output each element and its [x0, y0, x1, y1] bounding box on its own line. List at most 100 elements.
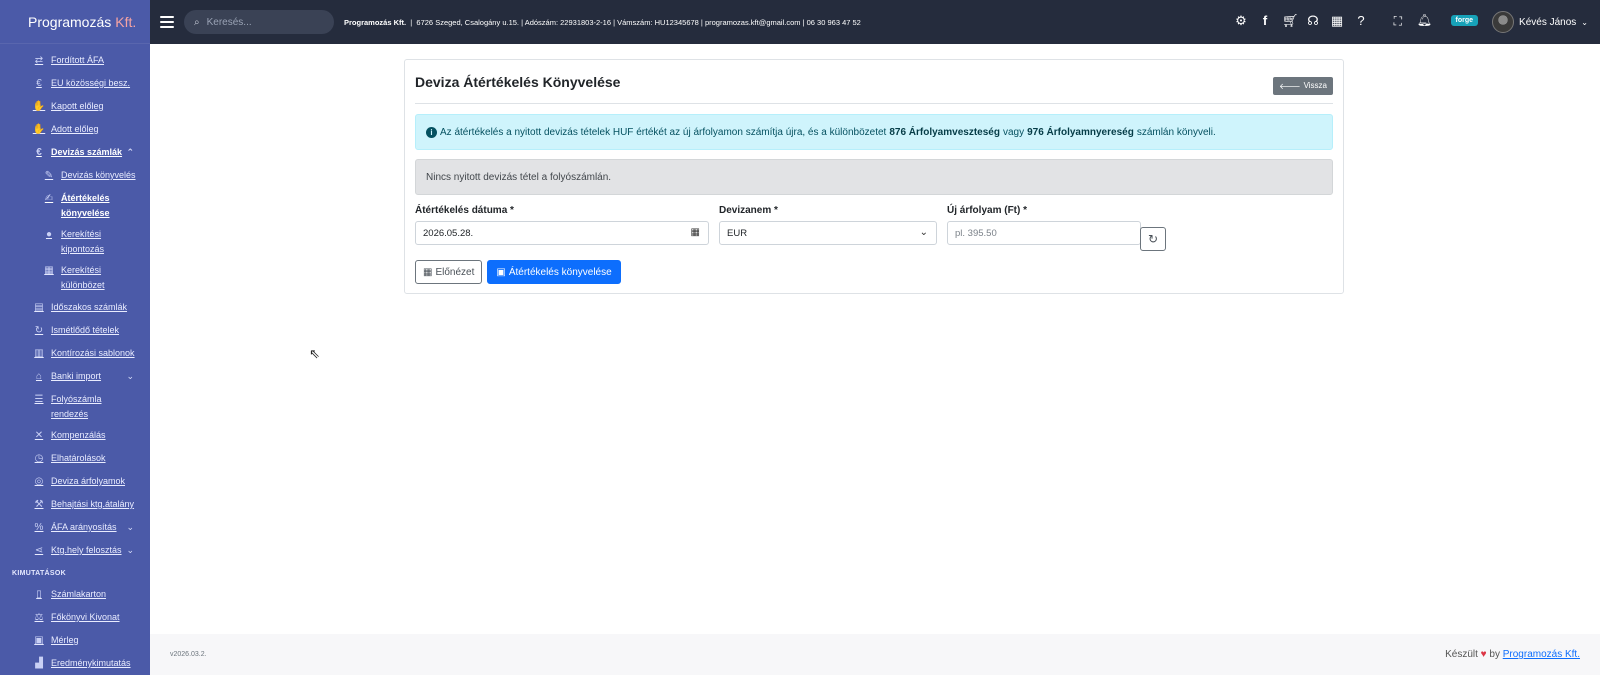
back-label: Vissza [1303, 81, 1327, 90]
chevron-down-icon: ⌄ [1581, 17, 1588, 27]
sidebar-item-afa-aranyositas[interactable]: % ÁFA arányosítás ⌄ [0, 520, 150, 535]
sidebar-item-ismetlodo-tetelek[interactable]: ↻ Ismétlődő tételek [0, 323, 150, 338]
sidebar-item-eredmenykimutatas[interactable]: ▟ Eredménykimutatás [0, 656, 150, 671]
sidebar-item-label: ÁFA arányosítás [51, 522, 117, 532]
sidebar-item-kontirozasi-sablonok[interactable]: ▥ Kontírozási sablonok [0, 346, 150, 361]
cart-icon[interactable]: 🛒︎ [1282, 13, 1299, 29]
sidebar-item-label: Ktg.hely felosztás [51, 545, 122, 555]
list-icon: ☰ [34, 394, 44, 405]
headset-icon[interactable]: ☊ [1306, 13, 1320, 29]
currency-value: EUR [727, 227, 748, 239]
scale-icon: ⚖ [34, 612, 44, 623]
refresh-rate-button[interactable]: ↻ [1140, 227, 1166, 251]
chevron-up-icon: ⌃ [126, 147, 134, 157]
company-link[interactable]: Programozás Kft. [1503, 649, 1580, 660]
user-menu[interactable]: Kévés János ⌄ [1492, 11, 1588, 33]
sidebar-item-elhatarolasok[interactable]: ◷ Elhatárolások [0, 451, 150, 466]
currency-label: Devizanem * [719, 205, 778, 216]
arrow-left-icon: 🡐 [1279, 81, 1301, 91]
sidebar-item-ktghely-felosztas[interactable]: ⋖ Ktg.hely felosztás ⌄ [0, 543, 150, 558]
sidebar-item-merleg[interactable]: ▣ Mérleg [0, 633, 150, 648]
sidebar-item-label: Devizás számlák [51, 147, 123, 157]
info-middle: vagy [1002, 126, 1025, 138]
sidebar-item-folyoszamla-rendezes[interactable]: ☰ Folyószámla rendezés [0, 392, 150, 422]
sidebar-item-devizas-szamlak[interactable]: € Devizás számlák ⌃ [0, 145, 150, 160]
rate-label: Új árfolyam (Ft) * [947, 205, 1028, 216]
calendar-icon[interactable]: ▦ [691, 227, 700, 238]
date-input[interactable]: 2026.05.28. ▦ [415, 221, 709, 245]
rate-input[interactable]: pl. 395.50 [947, 221, 1141, 245]
sidebar-item-kompenzalas[interactable]: ✕ Kompenzálás [0, 428, 150, 443]
heart-icon: ♥ [1480, 649, 1487, 660]
save-icon: ▣ [496, 266, 506, 278]
calendar-clock-icon[interactable]: ▦ [1330, 13, 1344, 29]
gavel-icon: ⚒ [34, 499, 44, 510]
help-icon[interactable]: ? [1354, 13, 1368, 29]
sidebar-item-kerekitesi-kulonbozet[interactable]: ▦ Kerekítési különbözet [0, 263, 150, 293]
submit-label: Átértékelés könyvelése [508, 266, 612, 278]
info-gain-account: 976 Árfolyamnyereség [1027, 126, 1134, 138]
preview-button[interactable]: ▦ Előnézet [415, 260, 483, 284]
sidebar-item-forditott-afa[interactable]: ⇄ Fordított ÁFA [0, 53, 150, 68]
sidebar-item-fokonyvi-kivonat[interactable]: ⚖ Főkönyvi Kivonat [0, 610, 150, 625]
top-icons: ⚙ f 🛒︎ ☊ ▦ ? [1234, 13, 1368, 29]
sidebar-item-banki-import[interactable]: ⌂ Banki import ⌄ [0, 369, 150, 384]
sidebar-nav: ⇄ Fordított ÁFA € EU közösségi besz. ✋ K… [0, 44, 150, 671]
sidebar-item-label: Eredménykimutatás [51, 658, 131, 668]
sidebar-item-deviza-arfolyamok[interactable]: ◎ Deviza árfolyamok [0, 474, 150, 489]
main-content: Deviza Átértékelés Könyvelése 🡐 Vissza i… [150, 44, 1600, 634]
brand-logo[interactable]: Programozás Kft. [0, 0, 150, 44]
chart-icon: ▟ [35, 658, 43, 669]
search-icon: ⌕ [194, 16, 200, 28]
bell-icon[interactable]: 🔔︎ [1417, 13, 1432, 27]
sidebar-item-eu-kozossegi[interactable]: € EU közösségi besz. [0, 76, 150, 91]
sidebar-section-kimutatasok: KIMUTATÁSOK [12, 570, 66, 577]
sidebar-item-label: Időszakos számlák [51, 302, 128, 312]
sidebar-item-adott-eloleg[interactable]: ✋ Adott előleg [0, 122, 150, 137]
sidebar-item-label: Átértékelés könyvelése [61, 193, 110, 218]
sidebar: Programozás Kft. ⇄ Fordított ÁFA € EU kö… [0, 0, 150, 675]
rate-placeholder: pl. 395.50 [955, 227, 997, 239]
table-icon: ▣ [34, 635, 44, 646]
company-info: Programozás Kft. | 6726 Szeged, Csalogán… [344, 17, 861, 27]
version-label: v2026.03.2. [170, 651, 207, 658]
action-buttons: ▦ Előnézet ▣ Átértékelés könyvelése [415, 260, 1333, 284]
sidebar-item-szamlakarton[interactable]: ▯ Számlakarton [0, 587, 150, 602]
mouse-cursor-icon: ⇖ [309, 346, 320, 361]
currency-select[interactable]: EUR ⌄ [719, 221, 937, 245]
arrows-exchange-icon: ⇄ [34, 55, 44, 66]
clock-icon: ◷ [34, 453, 44, 464]
repeat-icon: ↻ [34, 325, 44, 336]
sidebar-item-label: Kontírozási sablonok [51, 348, 135, 358]
revaluation-form: Átértékelés dátuma * 2026.05.28. ▦ Deviz… [415, 205, 1333, 261]
share-icon: ⋖ [34, 545, 44, 556]
sidebar-item-label: Devizás könyvelés [61, 170, 136, 180]
brand-name: Programozás [28, 13, 112, 30]
sidebar-item-label: EU közösségi besz. [51, 78, 131, 88]
sidebar-item-kerekitesi-kipontozas[interactable]: ● Kerekítési kipontozás [0, 227, 150, 257]
back-button[interactable]: 🡐 Vissza [1273, 76, 1333, 95]
info-icon: i [426, 126, 437, 138]
hamburger-menu-icon[interactable] [160, 16, 174, 28]
forge-badge[interactable]: forge [1450, 15, 1478, 26]
avatar [1492, 11, 1515, 33]
made-prefix: Készült [1445, 649, 1478, 660]
fullscreen-icon[interactable]: ⛶ [1394, 14, 1402, 29]
search-input[interactable]: ⌕ Keresés... [184, 10, 334, 34]
submit-button[interactable]: ▣ Átértékelés könyvelése [487, 260, 621, 284]
sidebar-item-label: Behajtási ktg.átalány [51, 499, 135, 509]
facebook-icon[interactable]: f [1258, 13, 1272, 29]
chevron-down-icon: ⌄ [919, 227, 928, 238]
card-header: Deviza Átértékelés Könyvelése 🡐 Vissza [415, 60, 1333, 104]
info-suffix: számlán könyveli. [1136, 126, 1216, 138]
sidebar-item-devizas-konyveles[interactable]: ✎ Devizás könyvelés [0, 168, 150, 183]
euro-circle-icon: € [36, 78, 42, 89]
company-details: 6726 Szeged, Csalogány u.15. | Adószám: … [416, 17, 861, 27]
sidebar-item-idoszakos-szamlak[interactable]: ▤ Időszakos számlák [0, 300, 150, 315]
sidebar-item-label: Mérleg [51, 635, 79, 645]
sidebar-item-behajtasi-ktg[interactable]: ⚒ Behajtási ktg.átalány [0, 497, 150, 512]
gear-icon[interactable]: ⚙ [1234, 13, 1248, 29]
sidebar-item-atertekeles-konyvelese[interactable]: ✍ Átértékelés könyvelése [0, 191, 150, 221]
sidebar-item-kapott-eloleg[interactable]: ✋ Kapott előleg [0, 99, 150, 114]
chevron-down-icon: ⌄ [126, 371, 134, 381]
